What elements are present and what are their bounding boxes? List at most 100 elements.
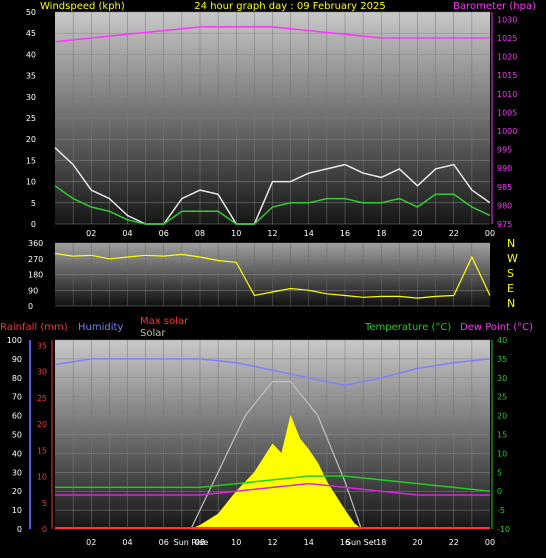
rainfall-tick: 15	[37, 446, 47, 455]
humidity-legend: Humidity	[78, 322, 123, 333]
dewpoint-legend: Dew Point (°C)	[460, 322, 533, 333]
temperature-tick: 20	[497, 412, 507, 421]
compass-label: N	[507, 297, 515, 310]
time-tick: 12	[267, 229, 277, 238]
barometer-title: Barometer (hpa)	[453, 1, 536, 12]
time-tick: 18	[376, 538, 386, 547]
graph-date-title: 24 hour graph day : 09 February 2025	[194, 1, 385, 12]
direction-degree-tick: 0	[28, 302, 33, 311]
barometer-tick: 1030	[497, 15, 517, 24]
time-tick: 16	[340, 229, 350, 238]
time-tick: 04	[122, 229, 132, 238]
wind-speed-tick: 35	[26, 72, 36, 81]
compass-label: E	[507, 282, 514, 295]
direction-degree-tick: 180	[28, 271, 43, 280]
humidity-tick: 10	[12, 506, 22, 515]
temperature-axis: -10 -5 0 5 10 15 20 25 30 35 40	[497, 336, 510, 534]
barometer-tick: 1020	[497, 53, 517, 62]
compass-label: N	[507, 237, 515, 250]
barometer-tick: 1010	[497, 90, 517, 99]
time-tick: 06	[159, 229, 169, 238]
wind-speed-tick: 45	[26, 29, 36, 38]
direction-degree-axis: 360 270 180 90 0	[28, 239, 43, 311]
humidity-tick: 50	[12, 431, 22, 440]
rainfall-tick: 5	[42, 499, 47, 508]
compass-label: S	[507, 267, 514, 280]
wind-speed-tick: 0	[31, 220, 36, 229]
time-tick: 22	[449, 538, 459, 547]
sun-set-label: Sun Set	[346, 538, 377, 547]
direction-compass-axis: NWSEN	[507, 237, 518, 310]
barometer-tick: 1025	[497, 34, 517, 43]
humidity-tick: 30	[12, 468, 22, 477]
time-tick: 18	[376, 229, 386, 238]
time-tick: 20	[412, 229, 422, 238]
time-tick: 14	[304, 229, 314, 238]
temperature-tick: -10	[497, 525, 510, 534]
humidity-tick: 90	[12, 355, 22, 364]
rainfall-tick: 35	[37, 341, 47, 350]
windspeed-title: Windspeed (kph)	[40, 1, 125, 12]
time-tick: 14	[304, 538, 314, 547]
compass-label: W	[507, 252, 518, 265]
time-tick: 02	[86, 538, 96, 547]
wind-speed-tick: 15	[26, 156, 36, 165]
humidity-tick: 20	[12, 487, 22, 496]
max-solar-legend: Max solar	[140, 316, 189, 327]
temperature-tick: 0	[497, 487, 502, 496]
time-tick: 12	[267, 538, 277, 547]
wind-speed-tick: 50	[26, 8, 36, 17]
temperature-tick: 5	[497, 468, 502, 477]
barometer-tick: 985	[497, 183, 512, 192]
temperature-legend: Temperature (°C)	[364, 322, 451, 333]
time-tick: 04	[122, 538, 132, 547]
temperature-tick: 15	[497, 431, 507, 440]
barometer-axis: 975 980 985 990 995 1000 1005 1010 1015 1020 1025 1…	[497, 15, 517, 229]
temperature-tick: 10	[497, 449, 507, 458]
temperature-tick: 35	[497, 355, 507, 364]
barometer-tick: 980	[497, 201, 512, 210]
time-tick: 20	[412, 538, 422, 547]
temperature-tick: 25	[497, 393, 507, 402]
wind-speed-tick: 10	[26, 178, 36, 187]
barometer-tick: 1005	[497, 108, 517, 117]
solar-legend: Solar	[140, 328, 166, 339]
wind-speed-tick: 20	[26, 135, 36, 144]
humidity-tick: 100	[7, 336, 22, 345]
rainfall-axis: 0 5 10 15 20 25 30 35	[37, 341, 47, 534]
time-tick: 06	[159, 538, 169, 547]
barometer-tick: 995	[497, 146, 512, 155]
humidity-tick: 80	[12, 374, 22, 383]
temp-time-axis: 02 04 06 08 10 12 14 16 18 20 22 00Sun Rise Sun Set	[86, 538, 495, 547]
temperature-tick: 30	[497, 374, 507, 383]
sun-rise-label: Sun Rise	[174, 538, 209, 547]
rainfall-legend: Rainfall (mm)	[0, 322, 68, 333]
direction-degree-tick: 90	[28, 286, 38, 295]
rainfall-tick: 20	[37, 420, 47, 429]
rainfall-tick: 0	[42, 525, 47, 534]
barometer-tick: 1000	[497, 127, 517, 136]
wind-speed-tick: 30	[26, 93, 36, 102]
time-tick: 00	[485, 229, 495, 238]
humidity-axis: 0 10 20 30 40 50 60 70 80 90 100	[7, 336, 22, 534]
time-tick: 08	[195, 229, 205, 238]
temperature-tick: -5	[497, 506, 505, 515]
direction-degree-tick: 270	[28, 255, 43, 264]
time-tick: 10	[231, 229, 241, 238]
rainfall-tick: 25	[37, 394, 47, 403]
temperature-tick: 40	[497, 336, 507, 345]
barometer-tick: 990	[497, 164, 512, 173]
time-tick: 22	[449, 229, 459, 238]
weather-24h-chart: Windspeed (kph) 24 hour graph day : 09 F…	[0, 1, 536, 547]
humidity-tick: 70	[12, 393, 22, 402]
humidity-tick: 60	[12, 412, 22, 421]
time-tick: 02	[86, 229, 96, 238]
time-tick: 00	[485, 538, 495, 547]
time-tick: 10	[231, 538, 241, 547]
wind-speed-tick: 40	[26, 50, 36, 59]
wind-speed-tick: 25	[26, 114, 36, 123]
barometer-tick: 975	[497, 220, 512, 229]
humidity-tick: 40	[12, 449, 22, 458]
rainfall-tick: 10	[37, 473, 47, 482]
wind-speed-axis: 0 5 10 15 20 25 30 35 40 45 50	[26, 8, 36, 229]
